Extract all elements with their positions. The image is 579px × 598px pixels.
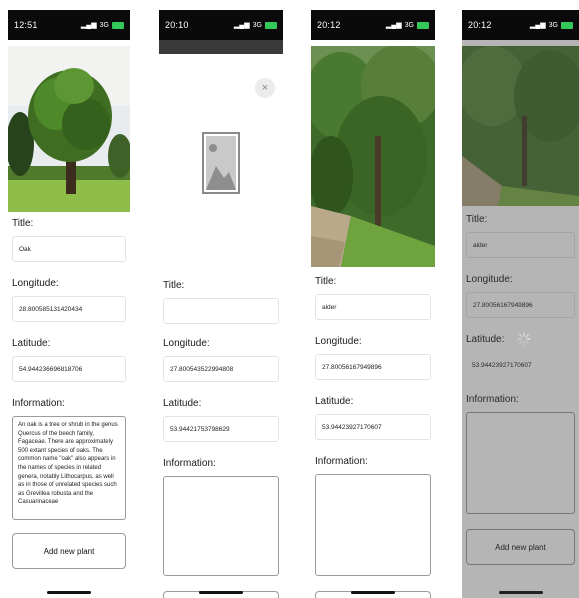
home-indicator	[351, 591, 395, 594]
loading-overlay	[462, 40, 579, 598]
network-type: 3G	[404, 21, 414, 29]
longitude-label: Longitude:	[12, 278, 59, 289]
information-textarea[interactable]	[315, 474, 431, 576]
longitude-input[interactable]: 27.80056167949896	[315, 354, 431, 380]
title-label: Title:	[315, 276, 337, 287]
latitude-label: Latitude:	[12, 338, 51, 349]
battery-icon	[417, 21, 429, 29]
screen-alder-form: 20:12 ▂▄▆ 3G Title: alder Longitude: 27.…	[311, 10, 435, 598]
screen-oak-form: 12:51 ▂▄▆ 3G Title: Oak Longitude: 28.80…	[8, 10, 130, 598]
network-type: 3G	[548, 21, 558, 29]
longitude-input[interactable]: 27.800543522994808	[163, 356, 279, 382]
loading-spinner-icon	[517, 332, 531, 346]
latitude-input[interactable]: 53.94423927170607	[315, 414, 431, 440]
status-time: 20:10	[165, 20, 189, 30]
latitude-label: Latitude:	[315, 396, 354, 407]
home-indicator	[199, 591, 243, 594]
status-bar: 12:51 ▂▄▆ 3G	[8, 10, 130, 40]
latitude-label: Latitude:	[163, 398, 202, 409]
battery-icon	[112, 21, 124, 29]
information-label: Information:	[163, 458, 216, 469]
longitude-input[interactable]: 28.800585131420434	[12, 296, 126, 322]
battery-icon	[561, 21, 573, 29]
add-new-plant-button[interactable]: Add new plant	[12, 533, 126, 569]
plant-photo-oak	[8, 46, 130, 212]
status-time: 20:12	[468, 20, 492, 30]
status-bar: 20:12 ▂▄▆ 3G	[462, 10, 579, 40]
signal-icon: ▂▄▆	[385, 22, 402, 29]
home-indicator	[47, 591, 91, 594]
network-type: 3G	[252, 21, 262, 29]
latitude-input[interactable]: 53.94421753798629	[163, 416, 279, 442]
battery-icon	[265, 21, 277, 29]
screen-new-plant-modal: 20:10 ▂▄▆ 3G × Title: Longitude: 27.8005…	[159, 10, 283, 598]
information-textarea[interactable]	[163, 476, 279, 576]
modal-backdrop	[159, 40, 283, 54]
plant-photo-alder	[311, 46, 435, 267]
signal-icon: ▂▄▆	[233, 22, 250, 29]
screen-alder-saving: 20:12 ▂▄▆ 3G Title: alder Longitude: 27.…	[462, 10, 579, 598]
title-input[interactable]: Oak	[12, 236, 126, 262]
longitude-label: Longitude:	[315, 336, 362, 347]
longitude-label: Longitude:	[163, 338, 210, 349]
signal-icon: ▂▄▆	[80, 22, 97, 29]
status-time: 20:12	[317, 20, 341, 30]
status-time: 12:51	[14, 20, 38, 30]
close-icon[interactable]: ×	[255, 78, 275, 98]
title-label: Title:	[12, 218, 34, 229]
signal-icon: ▂▄▆	[529, 22, 546, 29]
information-label: Information:	[315, 456, 368, 467]
title-input[interactable]	[163, 298, 279, 324]
title-input[interactable]: alder	[315, 294, 431, 320]
image-placeholder-icon[interactable]	[202, 132, 240, 194]
status-bar: 20:12 ▂▄▆ 3G	[311, 10, 435, 40]
status-bar: 20:10 ▂▄▆ 3G	[159, 10, 283, 40]
information-textarea[interactable]: An oak is a tree or shrub in the genus Q…	[12, 416, 126, 520]
network-type: 3G	[99, 21, 109, 29]
latitude-input[interactable]: 54.944236696818706	[12, 356, 126, 382]
information-label: Information:	[12, 398, 65, 409]
title-label: Title:	[163, 280, 185, 291]
